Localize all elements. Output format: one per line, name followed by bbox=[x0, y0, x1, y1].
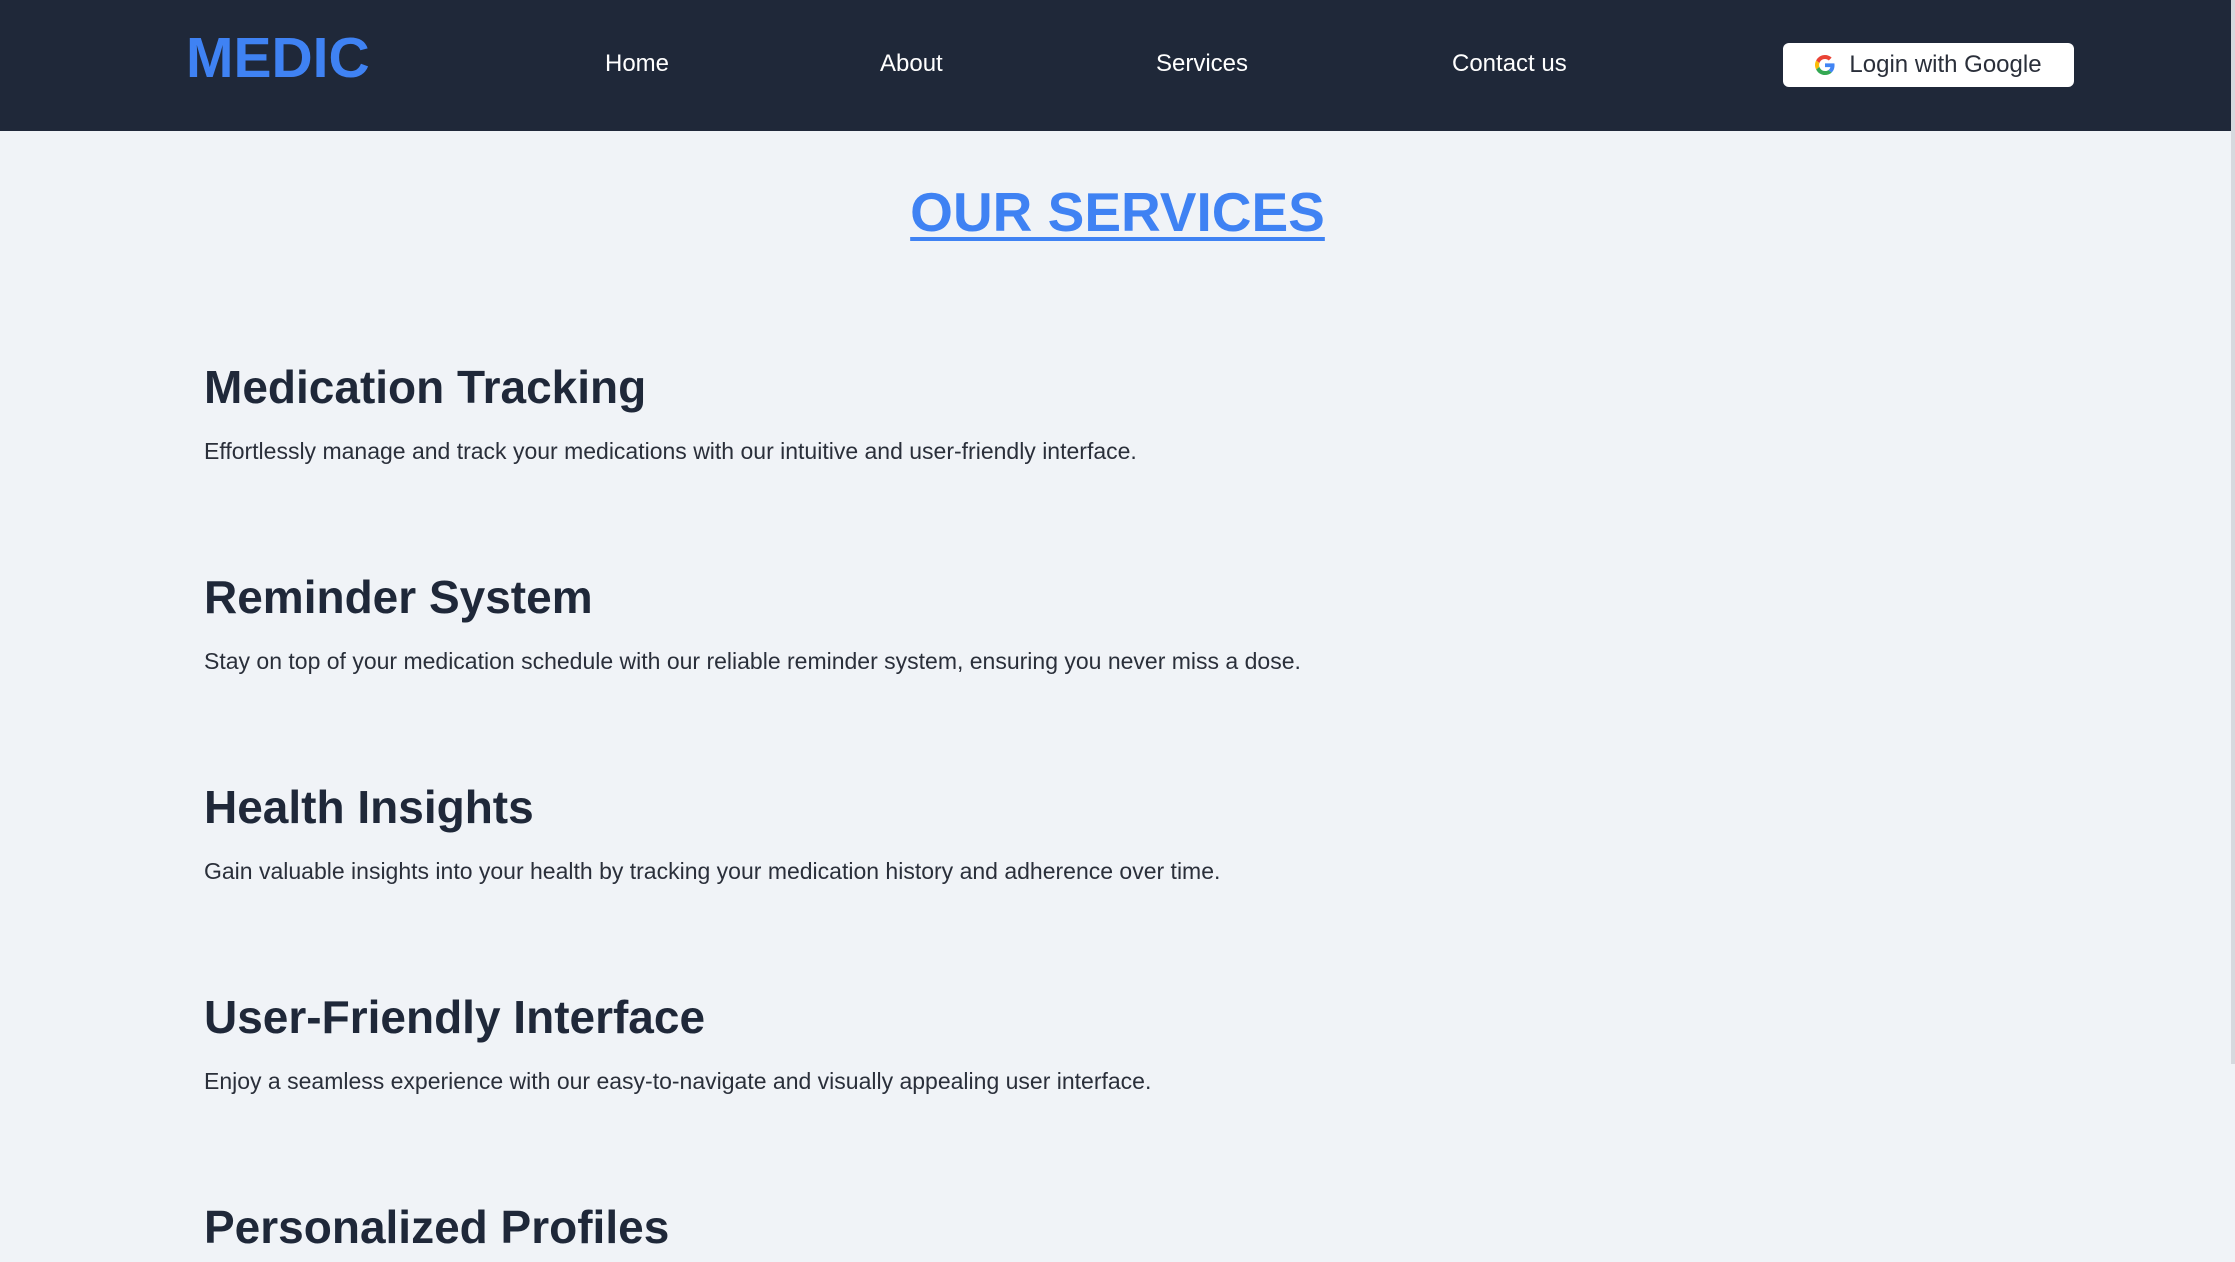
service-item-personalized-profiles: Personalized Profiles bbox=[204, 1200, 2004, 1255]
nav-link-home[interactable]: Home bbox=[605, 50, 669, 79]
navbar: MEDIC Home About Services Contact us Log… bbox=[0, 0, 2235, 131]
services-title-container: OUR SERVICES bbox=[0, 180, 2235, 244]
service-description: Gain valuable insights into your health … bbox=[204, 858, 1221, 885]
service-heading: Personalized Profiles bbox=[204, 1201, 670, 1253]
service-item-health-insights: Health Insights Gain valuable insights i… bbox=[204, 780, 2004, 887]
login-button-label: Login with Google bbox=[1849, 51, 2042, 78]
scrollbar[interactable] bbox=[2231, 0, 2235, 1064]
nav-link-contact[interactable]: Contact us bbox=[1452, 50, 1567, 79]
nav-link-services[interactable]: Services bbox=[1156, 50, 1248, 79]
service-heading: Reminder System bbox=[204, 571, 593, 623]
brand-logo[interactable]: MEDIC bbox=[186, 30, 370, 87]
google-icon bbox=[1815, 55, 1835, 75]
service-heading: Medication Tracking bbox=[204, 361, 647, 413]
nav-link-about[interactable]: About bbox=[880, 50, 943, 79]
page: MEDIC Home About Services Contact us Log… bbox=[0, 0, 2235, 1262]
service-item-user-friendly-interface: User-Friendly Interface Enjoy a seamless… bbox=[204, 990, 2004, 1097]
service-description: Enjoy a seamless experience with our eas… bbox=[204, 1068, 1152, 1095]
service-description: Stay on top of your medication schedule … bbox=[204, 648, 1301, 675]
service-item-medication-tracking: Medication Tracking Effortlessly manage … bbox=[204, 360, 2004, 467]
services-title[interactable]: OUR SERVICES bbox=[910, 181, 1325, 243]
service-item-reminder-system: Reminder System Stay on top of your medi… bbox=[204, 570, 2004, 677]
service-heading: Health Insights bbox=[204, 781, 534, 833]
service-description: Effortlessly manage and track your medic… bbox=[204, 438, 1137, 465]
service-heading: User-Friendly Interface bbox=[204, 991, 706, 1043]
login-with-google-button[interactable]: Login with Google bbox=[1783, 43, 2074, 87]
